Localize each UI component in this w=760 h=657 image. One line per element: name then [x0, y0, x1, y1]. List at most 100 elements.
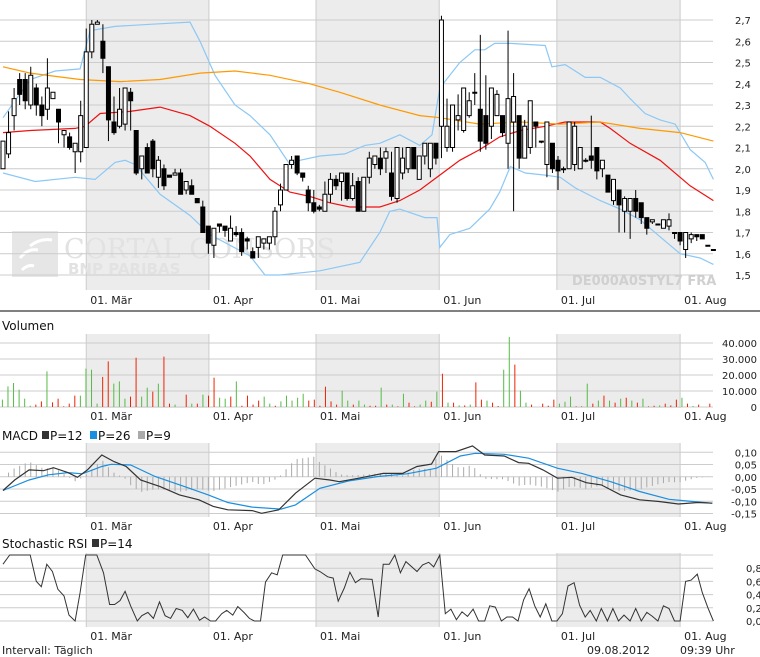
y-tick-label: 2,5: [735, 59, 751, 70]
candle: [228, 215, 234, 242]
candle-body: [111, 121, 117, 134]
candle-body: [483, 115, 489, 144]
candle: [572, 122, 578, 171]
candle-body: [555, 159, 561, 172]
candle-body: [339, 172, 345, 182]
month-shade: [556, 334, 681, 408]
candle: [455, 94, 461, 131]
candle-body: [244, 238, 250, 242]
candle-body: [549, 142, 555, 170]
candle: [444, 98, 450, 152]
month-tick-label: 01. Apr: [213, 410, 253, 423]
panel-backgrounds: 01. Mär 01. Apr 01. Mai 01. Jun 01. Jul 01. A…: [85, 0, 727, 643]
candle-body: [305, 189, 311, 204]
candle-body: [6, 132, 12, 155]
candle: [305, 185, 311, 212]
y-tick-label: 1,8: [735, 207, 751, 218]
candle-body: [50, 91, 56, 100]
candle-body: [494, 93, 500, 117]
candle-body: [89, 23, 95, 53]
candle-body: [644, 217, 650, 229]
candle-body: [450, 104, 456, 148]
candle-body: [144, 147, 150, 174]
candle-body: [466, 100, 472, 117]
y-tick-label: 2,7: [735, 16, 751, 27]
candle: [33, 83, 39, 116]
candle-body: [627, 198, 633, 212]
candle-body: [677, 232, 683, 242]
candle: [655, 223, 661, 226]
candle-body: [472, 91, 478, 94]
month-tick-label: 01. Jun: [443, 410, 481, 423]
candle-body: [33, 87, 39, 106]
candle: [466, 92, 472, 118]
candle-body: [22, 79, 28, 102]
interval-label: Intervall: Täglich: [2, 644, 93, 657]
candle-body: [477, 108, 483, 142]
legend-label-signal: P=26: [98, 429, 131, 443]
month-tick-label: 01. Aug: [684, 520, 726, 533]
candle: [300, 172, 306, 182]
candle-body: [211, 227, 217, 246]
month-tick-label: 01. Jul: [561, 520, 595, 533]
candle-body: [616, 189, 622, 206]
candle-body: [155, 159, 161, 178]
candle: [278, 183, 283, 212]
candle-body: [261, 238, 267, 244]
y-tick-label: 20.000: [722, 371, 757, 382]
candle-body: [516, 115, 522, 159]
candle: [239, 228, 245, 256]
candle: [133, 130, 139, 176]
candle-body: [588, 155, 594, 161]
candle: [694, 234, 700, 241]
candle-body: [178, 172, 184, 195]
y-tick-label: -0,10: [731, 497, 757, 508]
month-tick-label: 01. Mai: [320, 520, 360, 533]
candle-body: [633, 198, 639, 212]
candle: [11, 88, 17, 131]
candle-body: [655, 223, 661, 226]
legend-label-macd: P=12: [50, 429, 83, 443]
candle-body: [438, 19, 444, 127]
y-tick-label: 0,4: [746, 591, 760, 602]
candle-body: [272, 210, 278, 238]
candle-body: [505, 98, 511, 144]
month-tick-label: 01. Jul: [561, 410, 595, 423]
candle: [533, 121, 539, 148]
candle: [178, 168, 184, 195]
macd-legend: MACD P=12 P=26 P=9: [2, 429, 171, 443]
candle-body: [666, 219, 672, 227]
candle-body: [150, 140, 156, 170]
candle-body: [444, 125, 450, 148]
candle-body: [488, 87, 494, 127]
y-tick-label: 1,9: [735, 186, 751, 197]
candle: [566, 121, 572, 170]
month-shade: [556, 443, 681, 517]
candle-body: [17, 79, 23, 95]
candle-body: [538, 140, 544, 143]
candle-body: [172, 172, 178, 176]
candle-body: [377, 157, 383, 170]
candle: [522, 119, 528, 159]
candle-body: [433, 142, 439, 159]
candle: [611, 178, 616, 205]
candle: [450, 104, 456, 152]
candle-body: [28, 74, 34, 106]
y-tick-label: 0,05: [735, 461, 757, 472]
candle-body: [400, 157, 406, 174]
candle-body: [566, 121, 572, 170]
y-tick-label: 1,6: [735, 250, 751, 261]
candle: [122, 87, 128, 131]
y-tick-label: 0,0: [746, 617, 760, 628]
month-tick-label: 01. Mär: [90, 630, 132, 643]
candle-body: [461, 87, 467, 131]
candle: [461, 87, 467, 133]
candle-body: [216, 223, 222, 227]
month-tick-label: 01. Jul: [561, 294, 595, 307]
date-label: 09.08.2012: [587, 644, 650, 657]
candle-body: [205, 225, 211, 244]
candle-body: [672, 232, 678, 234]
candle: [438, 15, 444, 159]
candle-body: [427, 142, 433, 170]
candle-body: [255, 236, 261, 248]
